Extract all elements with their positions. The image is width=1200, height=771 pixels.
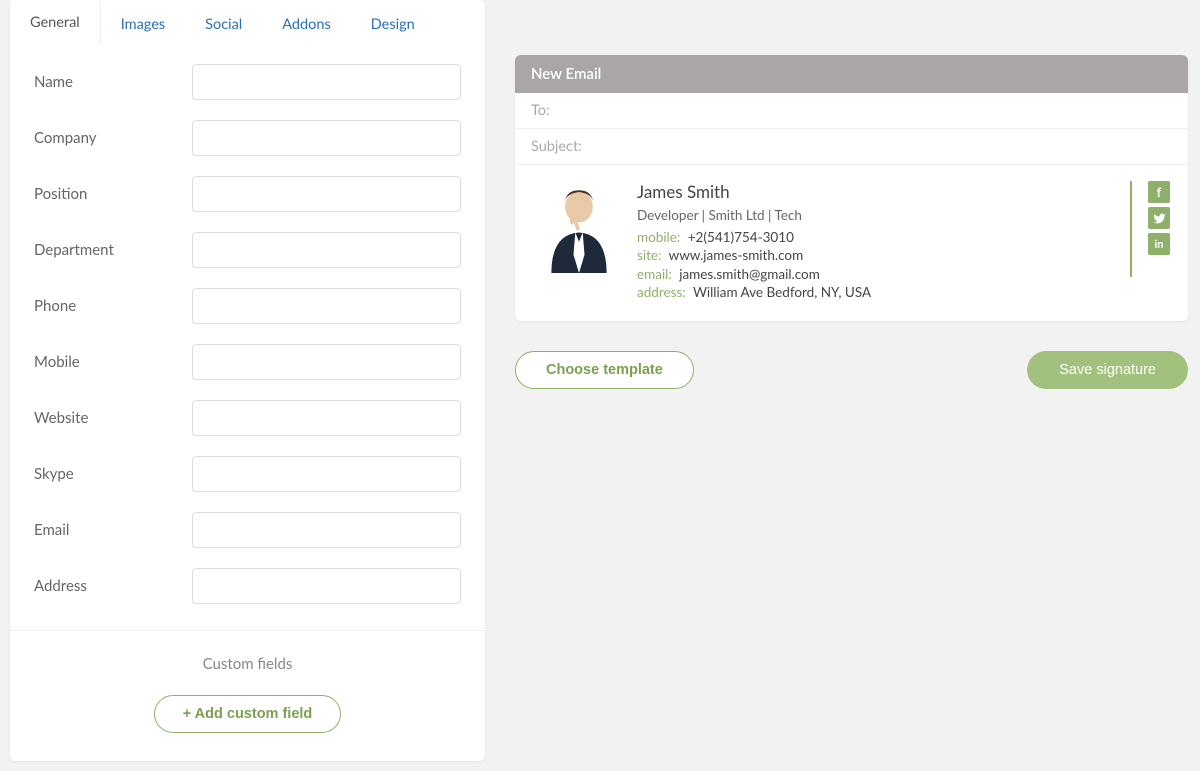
input-email[interactable]	[192, 512, 461, 548]
tab-images[interactable]: Images	[101, 0, 185, 45]
input-department[interactable]	[192, 232, 461, 268]
email-to-field: To:	[515, 93, 1188, 129]
label-skype: Skype	[34, 465, 192, 483]
signature-name: James Smith	[637, 181, 1126, 204]
custom-fields-title: Custom fields	[10, 655, 485, 673]
sig-mobile-key: mobile:	[637, 229, 680, 245]
facebook-icon[interactable]: f	[1148, 181, 1170, 203]
sig-address-val: William Ave Bedford, NY, USA	[693, 284, 871, 300]
tabs-bar: General Images Social Addons Design	[10, 0, 485, 46]
sig-email-key: email:	[637, 266, 672, 282]
label-mobile: Mobile	[34, 353, 192, 371]
label-position: Position	[34, 185, 192, 203]
custom-fields-section: Custom fields + Add custom field	[10, 630, 485, 761]
tab-general[interactable]: General	[10, 0, 101, 45]
label-website: Website	[34, 409, 192, 427]
form-body: Name Company Position Department Phone M…	[10, 46, 485, 630]
choose-template-button[interactable]: Choose template	[515, 351, 694, 389]
tab-addons[interactable]: Addons	[262, 0, 351, 45]
sig-site-val: www.james-smith.com	[669, 247, 804, 263]
linkedin-icon[interactable]: in	[1148, 233, 1170, 255]
sig-mobile-val: +2(541)754-3010	[688, 229, 794, 245]
tab-social[interactable]: Social	[185, 0, 262, 45]
input-website[interactable]	[192, 400, 461, 436]
input-address[interactable]	[192, 568, 461, 604]
input-name[interactable]	[192, 64, 461, 100]
preview-panel: New Email To: Subject:	[515, 0, 1200, 761]
save-signature-button[interactable]: Save signature	[1027, 351, 1188, 389]
signature-position: Developer | Smith Ltd | Tech	[637, 206, 1126, 224]
input-mobile[interactable]	[192, 344, 461, 380]
signature-divider	[1130, 181, 1132, 277]
label-email: Email	[34, 521, 192, 539]
input-skype[interactable]	[192, 456, 461, 492]
social-icons: f in	[1148, 181, 1170, 255]
sig-address-key: address:	[637, 284, 686, 300]
sig-email-val: james.smith@gmail.com	[679, 266, 820, 282]
tab-design[interactable]: Design	[351, 0, 435, 45]
label-company: Company	[34, 129, 192, 147]
twitter-icon[interactable]	[1148, 207, 1170, 229]
input-phone[interactable]	[192, 288, 461, 324]
label-address: Address	[34, 577, 192, 595]
add-custom-field-button[interactable]: + Add custom field	[154, 695, 342, 733]
email-preview-card: New Email To: Subject:	[515, 55, 1188, 321]
label-name: Name	[34, 73, 192, 91]
label-department: Department	[34, 241, 192, 259]
signature-block: James Smith Developer | Smith Ltd | Tech…	[515, 165, 1188, 321]
email-header: New Email	[515, 55, 1188, 93]
email-subject-field: Subject:	[515, 129, 1188, 165]
actions-row: Choose template Save signature	[515, 351, 1188, 389]
input-position[interactable]	[192, 176, 461, 212]
settings-panel: General Images Social Addons Design Name…	[10, 0, 485, 761]
sig-site-key: site:	[637, 247, 661, 263]
signature-text: James Smith Developer | Smith Ltd | Tech…	[637, 181, 1126, 301]
avatar	[533, 181, 625, 273]
input-company[interactable]	[192, 120, 461, 156]
label-phone: Phone	[34, 297, 192, 315]
